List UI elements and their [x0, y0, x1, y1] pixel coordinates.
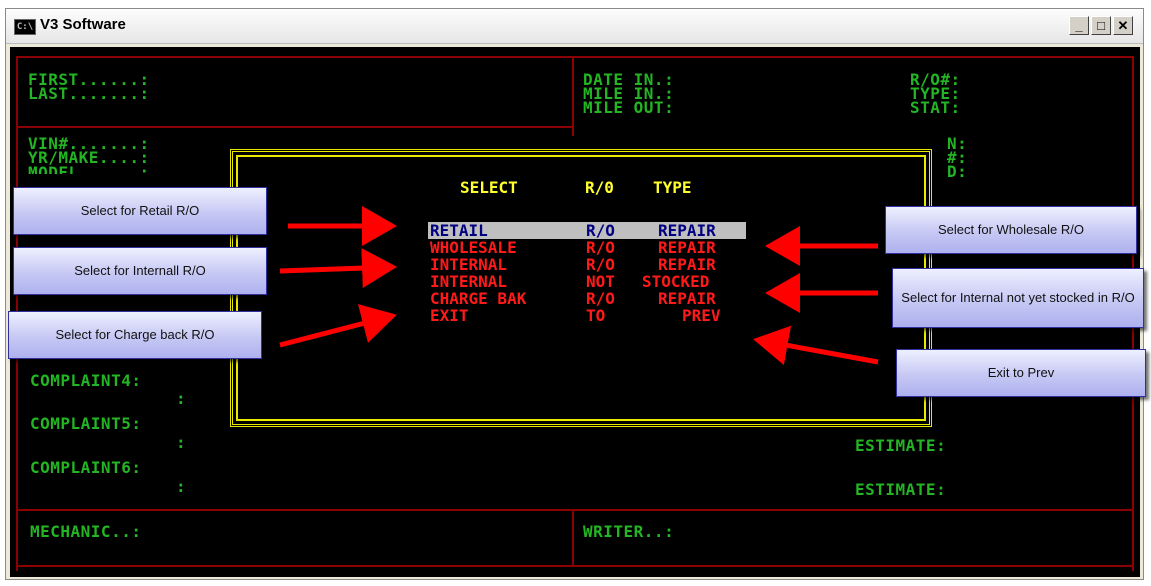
arrow-internal [279, 248, 397, 289]
arrow-chargeback [279, 304, 397, 348]
callout-wholesale: Select for Wholesale R/O [885, 206, 1137, 254]
callout-retail: Select for Retail R/O [13, 187, 267, 235]
callout-notstocked: Select for Internal not yet stocked in R… [892, 268, 1144, 328]
callout-exit: Exit to Prev [896, 349, 1146, 397]
callout-chargeback: Select for Charge back R/O [8, 311, 262, 359]
callout-internal: Select for Internall R/O [13, 247, 267, 295]
arrow-exit [753, 325, 879, 366]
